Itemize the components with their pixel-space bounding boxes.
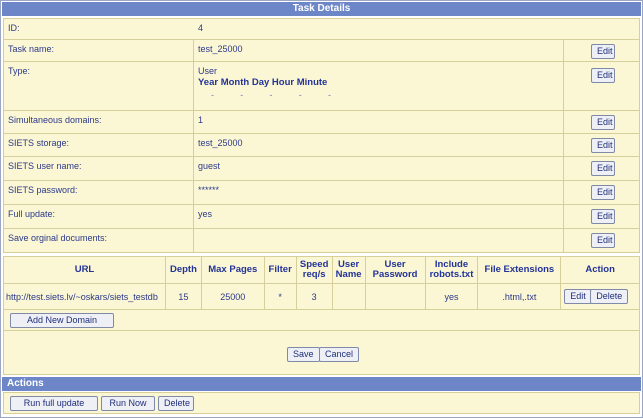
column-divider [563, 157, 564, 180]
field-row-siets-storage: SIETS storage: test_25000 Edit [3, 133, 640, 157]
delete-domain-button[interactable]: Delete [590, 289, 629, 304]
field-value-type: User [198, 66, 218, 76]
edit-full-update-button[interactable]: Edit [591, 209, 615, 224]
field-label-siets-password: SIETS password: [8, 185, 78, 195]
field-label-siets-user-name: SIETS user name: [8, 161, 82, 171]
edit-siets-storage-button[interactable]: Edit [591, 138, 615, 153]
edit-save-original-documents-button[interactable]: Edit [591, 233, 615, 248]
schedule-month: - [240, 90, 244, 100]
save-button[interactable]: Save [287, 347, 320, 362]
schedule-day: - [269, 90, 273, 100]
cell-file-extensions: .html,.txt [477, 283, 562, 310]
edit-siets-user-name-button[interactable]: Edit [591, 161, 615, 176]
field-value-siets-password: ****** [198, 185, 220, 195]
field-row-siets-password: SIETS password: ****** Edit [3, 180, 640, 205]
run-full-update-button[interactable]: Run full update [10, 396, 98, 411]
cell-user-name [331, 283, 366, 310]
column-divider [193, 157, 194, 180]
cancel-button[interactable]: Cancel [319, 347, 360, 362]
column-divider [563, 181, 564, 204]
cell-url: http://test.siets.lv/~oskars/siets_testd… [3, 283, 166, 310]
field-label-siets-storage: SIETS storage: [8, 138, 70, 148]
field-label-type: Type: [8, 66, 31, 76]
field-value-task-name: test_25000 [198, 44, 243, 54]
edit-domain-button[interactable]: Edit [564, 289, 592, 304]
field-label-task-name: Task name: [8, 44, 55, 54]
cell-speed: 3 [295, 283, 333, 310]
domains-table: URL Depth Max Pages Filter Speed req/s U… [3, 256, 640, 310]
cell-include-robots: yes [424, 283, 479, 310]
field-value-siets-user-name: guest [198, 161, 221, 171]
run-now-button[interactable]: Run Now [101, 396, 155, 411]
domains-header-row: URL Depth Max Pages Filter Speed req/s U… [3, 256, 640, 284]
schedule-values: - - - - - [211, 90, 331, 100]
column-header-user-name: User Name [331, 256, 366, 284]
cell-depth: 15 [164, 283, 202, 310]
column-divider [193, 111, 194, 133]
field-row-full-update: Full update: yes Edit [3, 204, 640, 229]
delete-task-button[interactable]: Delete [158, 396, 194, 411]
edit-simultaneous-domains-button[interactable]: Edit [591, 115, 615, 130]
edit-siets-password-button[interactable]: Edit [591, 185, 615, 200]
actions-row: Run full update Run Now Delete [3, 392, 640, 414]
field-row-task-name: Task name: test_25000 Edit [3, 39, 640, 62]
column-divider [563, 111, 564, 133]
table-row: http://test.siets.lv/~oskars/siets_testd… [3, 283, 640, 310]
column-header-user-password: User Password [364, 256, 426, 284]
field-label-simultaneous-domains: Simultaneous domains: [8, 115, 102, 125]
column-header-depth: Depth [164, 256, 202, 284]
column-header-speed: Speed req/s [295, 256, 333, 284]
cell-action: Edit Delete [560, 283, 640, 310]
column-divider [563, 134, 564, 156]
field-row-id: ID: 4 [3, 18, 640, 40]
column-divider [193, 229, 194, 252]
edit-type-button[interactable]: Edit [591, 68, 615, 83]
field-label-id: ID: [8, 23, 20, 33]
column-divider [193, 134, 194, 156]
schedule-minute: - [328, 90, 331, 100]
field-row-save-original-documents: Save orginal documents: Edit [3, 228, 640, 253]
field-value-siets-storage: test_25000 [198, 138, 243, 148]
add-domain-row: Add New Domain [3, 309, 640, 331]
panel-title: Task Details [2, 2, 641, 16]
column-divider [193, 205, 194, 228]
edit-task-name-button[interactable]: Edit [591, 44, 615, 59]
task-details-panel: Task Details ID: 4 Task name: test_25000… [0, 0, 643, 418]
field-row-siets-user-name: SIETS user name: guest Edit [3, 156, 640, 181]
form-buttons-row: Save Cancel [3, 330, 640, 375]
actions-title: Actions [2, 377, 641, 391]
schedule-header: Year Month Day Hour Minute [198, 77, 328, 88]
field-row-type: Type: User Year Month Day Hour Minute - … [3, 61, 640, 111]
add-new-domain-button[interactable]: Add New Domain [10, 313, 114, 328]
column-divider [563, 40, 564, 61]
column-divider [193, 62, 194, 110]
schedule-hour: - [298, 90, 302, 100]
column-divider [563, 62, 564, 110]
column-header-max-pages: Max Pages [200, 256, 265, 284]
column-divider [563, 229, 564, 252]
field-value-simultaneous-domains: 1 [198, 115, 204, 125]
cell-filter: * [263, 283, 297, 310]
column-header-file-extensions: File Extensions [477, 256, 562, 284]
column-header-filter: Filter [263, 256, 297, 284]
field-value-id: 4 [198, 23, 204, 33]
schedule-year: - [211, 90, 214, 100]
cell-max-pages: 25000 [200, 283, 265, 310]
column-header-url: URL [3, 256, 166, 284]
column-header-action: Action [560, 256, 640, 284]
column-divider [193, 40, 194, 61]
field-value-full-update: yes [198, 209, 213, 219]
field-label-full-update: Full update: [8, 209, 56, 219]
column-divider [193, 181, 194, 204]
cell-user-password [364, 283, 426, 310]
field-label-save-original-documents: Save orginal documents: [8, 233, 108, 243]
field-row-simultaneous-domains: Simultaneous domains: 1 Edit [3, 110, 640, 134]
column-divider [563, 205, 564, 228]
column-header-include-robots: Include robots.txt [424, 256, 479, 284]
